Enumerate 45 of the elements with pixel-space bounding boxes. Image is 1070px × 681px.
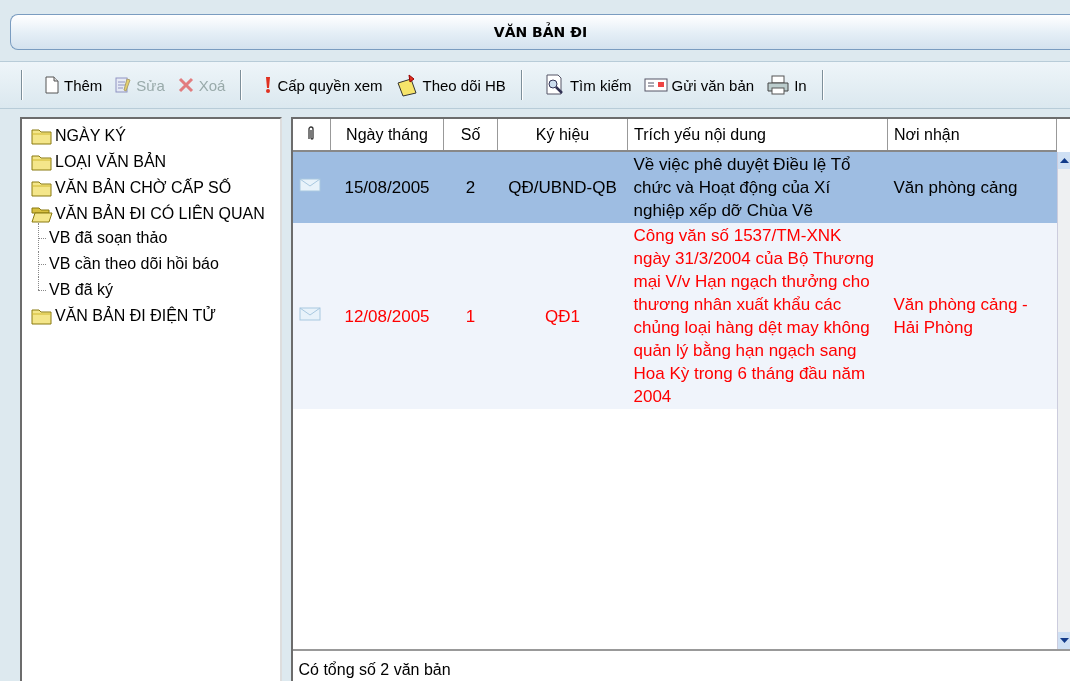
pinned-note-icon [394, 73, 419, 97]
column-header[interactable]: Ngày tháng [330, 119, 444, 151]
table-cell: Văn phòng cảng - Hải Phòng [893, 295, 1028, 337]
tree-item[interactable]: VB đã soạn thảo [49, 229, 168, 247]
tree-item[interactable]: VB đã ký [49, 281, 114, 299]
table-cell: 1 [465, 306, 476, 326]
status-text: Có tổng số 2 văn bản [298, 661, 451, 679]
column-header[interactable]: Trích yếu nội dung [627, 119, 888, 151]
tree-item[interactable]: VĂN BẢN ĐI ĐIỆN TỬ [55, 307, 216, 325]
toolbar-button[interactable]: Cấp quyền xem [263, 76, 383, 94]
table-cell: Văn phòng cảng [893, 178, 1018, 197]
paperclip-icon [306, 124, 317, 141]
envelope-icon [298, 305, 321, 322]
tree-item[interactable]: LOẠI VĂN BẢN [55, 153, 167, 171]
toolbar-button[interactable]: In [766, 75, 807, 95]
printer-icon [766, 75, 791, 95]
document-icon [44, 76, 60, 94]
toolbar-button[interactable]: Gửi văn bản [643, 76, 755, 94]
table-cell: 12/08/2005 [344, 306, 430, 326]
scrollbar[interactable] [1057, 152, 1070, 649]
table-cell: QĐ/UBND-QB [508, 178, 617, 197]
column-header[interactable]: Ký hiệu [497, 119, 628, 151]
table-cell: 2 [465, 178, 476, 197]
table-row[interactable] [292, 223, 1057, 409]
envelope-icon [298, 177, 321, 193]
column-header[interactable]: Số [443, 119, 498, 151]
toolbar-button[interactable]: Thêm [44, 76, 103, 94]
window-title: VĂN BẢN ĐI [10, 14, 1070, 50]
envelope-icon [643, 78, 668, 92]
tree-item[interactable]: VĂN BẢN CHỜ CẤP SỐ [55, 179, 232, 197]
toolbar-button[interactable]: Tìm kiếm [543, 74, 632, 96]
down-arrow-icon [1059, 638, 1069, 643]
cross-icon [176, 76, 195, 94]
tree-item[interactable]: VB cần theo dõi hồi báo [49, 255, 219, 273]
up-arrow-icon [1059, 158, 1069, 163]
table-cell: Về việc phê duyệt Điều lệ Tổ chức và Hoạt động của Xí nghiệp xếp dỡ Chùa Vẽ [633, 155, 851, 220]
notepad-pencil-icon [114, 76, 133, 94]
table-cell: 15/08/2005 [344, 178, 430, 197]
table-row[interactable]: 15/08/2005 2 QĐ/UBND-QB Về việc phê duyệt Điều lệ Tổ chức và Hoạt động của Xí nghiệp xếp dỡ Chùa Vẽ Văn phòng cảng [292, 151, 1057, 223]
toolbar-button[interactable]: Theo dõi HB [394, 73, 506, 97]
tree-item[interactable]: NGÀY KÝ [55, 127, 126, 145]
column-header[interactable]: Nơi nhận [887, 119, 1057, 151]
table-cell: QĐ1 [545, 306, 580, 326]
table-cell: Công văn số 1537/TM-XNK ngày 31/3/2004 của Bộ Thương mại V/v Hạn ngạch thưởng cho thương nhân xuất khẩu các chủng loại hàng dệt may không quản lý bằng hạn ngạch sang Hoa Kỳ trong 6 tháng đầu năm 2004 [633, 226, 875, 406]
tree-item[interactable]: VĂN BẢN ĐI CÓ LIÊN QUAN [55, 205, 265, 223]
